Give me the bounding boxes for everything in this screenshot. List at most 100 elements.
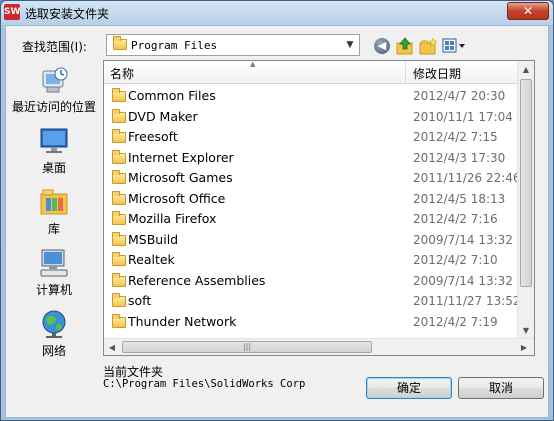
place-label: 桌面 (41, 161, 66, 175)
column-date-header[interactable]: 修改日期 (407, 61, 534, 84)
list-item[interactable]: Microsoft Office 2012/4/5 18:13 (104, 189, 534, 209)
list-item[interactable]: Realtek 2012/4/2 7:10 (104, 250, 534, 270)
item-name: Mozilla Firefox (128, 211, 217, 226)
close-button[interactable]: ✕ (507, 2, 549, 20)
look-in-label: 查找范围(I): (22, 40, 87, 54)
up-folder-button[interactable] (395, 36, 415, 56)
folder-icon (112, 313, 126, 328)
place-libraries[interactable]: 库 (6, 186, 102, 244)
desktop-icon (40, 128, 68, 153)
network-icon (42, 310, 66, 338)
folder-picker-dialog: SW 选取安装文件夹 ✕ 查找范围(I): Program Files ▼ ◀ (0, 0, 554, 421)
place-label: 网络 (41, 344, 66, 358)
folder-icon (113, 36, 127, 53)
vertical-scrollbar[interactable]: ▲ ▼ (517, 61, 534, 339)
place-label: 最近访问的位置 (11, 100, 96, 114)
column-header: ▲ 名称 修改日期 (104, 60, 534, 84)
item-date: 2010/11/1 17:04 (413, 109, 513, 124)
item-date: 2011/11/26 22:46 (413, 171, 521, 185)
scroll-down-arrow-icon[interactable]: ▼ (518, 322, 534, 339)
new-folder-button[interactable] (418, 36, 438, 56)
view-menu-icon (442, 38, 465, 53)
scroll-left-arrow-icon[interactable]: ◀ (104, 339, 120, 356)
item-date: 2012/4/5 18:13 (413, 191, 506, 206)
list-item[interactable]: MSBuild 2009/7/14 13:32 (104, 230, 534, 250)
item-date: 2012/4/2 7:16 (413, 212, 498, 226)
computer-icon (40, 249, 68, 277)
item-date: 2009/7/14 13:32 (413, 232, 513, 247)
item-date: 2012/4/2 7:15 (413, 130, 498, 144)
item-date: 2011/11/27 13:52 (413, 294, 521, 308)
folder-icon (112, 231, 126, 246)
title-bar[interactable]: SW 选取安装文件夹 ✕ (1, 1, 553, 25)
sort-ascending-icon: ▲ (250, 60, 256, 68)
scroll-up-arrow-icon[interactable]: ▲ (518, 61, 534, 78)
folder-icon (112, 108, 126, 123)
item-name: Thunder Network (128, 313, 237, 329)
folder-icon (112, 190, 126, 205)
scroll-right-arrow-icon[interactable]: ▶ (516, 339, 532, 356)
item-name: Internet Explorer (128, 149, 234, 165)
list-item[interactable]: Thunder Network 2012/4/2 7:19 (104, 312, 534, 332)
folder-icon (112, 149, 126, 164)
dialog-body: 查找范围(I): Program Files ▼ ◀ 最近访问的位置 桌面 库 … (5, 25, 549, 418)
item-name: soft (128, 293, 152, 308)
item-name: Freesoft (128, 129, 178, 144)
column-name-label: 名称 (110, 67, 135, 81)
item-name: MSBuild (128, 231, 179, 247)
folder-icon (112, 272, 126, 287)
place-computer[interactable]: 计算机 (6, 247, 102, 305)
item-name: Microsoft Office (128, 190, 226, 206)
look-in-combobox[interactable]: Program Files ▼ (106, 34, 360, 56)
place-label: 库 (47, 222, 60, 236)
folder-list[interactable]: ▲ 名称 修改日期 Common Files 2012/4/7 20:30 DV… (103, 60, 535, 356)
new-folder-icon (419, 37, 438, 55)
place-desktop[interactable]: 桌面 (6, 125, 102, 183)
view-menu-button[interactable] (442, 36, 470, 56)
up-folder-icon (396, 37, 413, 55)
recent-places-icon (42, 67, 68, 93)
item-name: Microsoft Games (128, 170, 233, 185)
look-in-value: Program Files (131, 39, 218, 52)
item-date: 2012/4/3 17:30 (413, 150, 506, 165)
folder-icon (112, 293, 126, 307)
list-item[interactable]: DVD Maker 2010/11/1 17:04 (104, 107, 534, 127)
places-bar: 最近访问的位置 桌面 库 计算机 网络 (6, 62, 102, 382)
place-label: 计算机 (35, 283, 72, 297)
place-network[interactable]: 网络 (6, 308, 102, 366)
item-date: 2012/4/7 20:30 (413, 89, 506, 103)
list-item[interactable]: Reference Assemblies 2009/7/14 13:32 (104, 271, 534, 291)
folder-icon (112, 211, 126, 225)
back-arrow-icon: ◀ (374, 38, 390, 54)
list-item[interactable]: soft 2011/11/27 13:52 (104, 291, 534, 311)
item-date: 2009/7/14 13:32 (413, 273, 513, 288)
place-recent[interactable]: 最近访问的位置 (6, 64, 102, 122)
ok-button[interactable]: 确定 (366, 377, 452, 399)
chevron-down-icon[interactable]: ▼ (343, 38, 357, 52)
list-item[interactable]: Microsoft Games 2011/11/26 22:46 (104, 168, 534, 188)
item-name: Realtek (128, 252, 175, 267)
window-title: 选取安装文件夹 (25, 7, 110, 21)
horizontal-scrollbar[interactable]: ◀ ||| ▶ (104, 338, 534, 355)
vertical-scroll-thumb[interactable] (520, 79, 532, 287)
list-item[interactable]: Freesoft 2012/4/2 7:15 (104, 127, 534, 147)
horizontal-scroll-thumb[interactable]: ||| (122, 341, 372, 353)
folder-icon (112, 252, 126, 266)
list-item[interactable]: Common Files 2012/4/7 20:30 (104, 86, 534, 106)
app-icon: SW (4, 4, 20, 20)
item-date: 2012/4/2 7:10 (413, 253, 498, 267)
item-name: Reference Assemblies (128, 272, 266, 288)
folder-icon (112, 170, 126, 184)
folder-icon (112, 88, 126, 102)
back-button[interactable]: ◀ (372, 36, 392, 56)
item-name: DVD Maker (128, 108, 198, 124)
libraries-icon (40, 189, 68, 215)
folder-icon (112, 129, 126, 143)
list-item[interactable]: Internet Explorer 2012/4/3 17:30 (104, 148, 534, 168)
item-name: Common Files (128, 88, 216, 103)
column-name-header[interactable]: ▲ 名称 (104, 60, 406, 84)
cancel-button[interactable]: 取消 (458, 377, 544, 399)
item-date: 2012/4/2 7:19 (413, 314, 498, 329)
current-folder-path: C:\Program Files\SolidWorks Corp (103, 378, 306, 390)
list-item[interactable]: Mozilla Firefox 2012/4/2 7:16 (104, 209, 534, 229)
